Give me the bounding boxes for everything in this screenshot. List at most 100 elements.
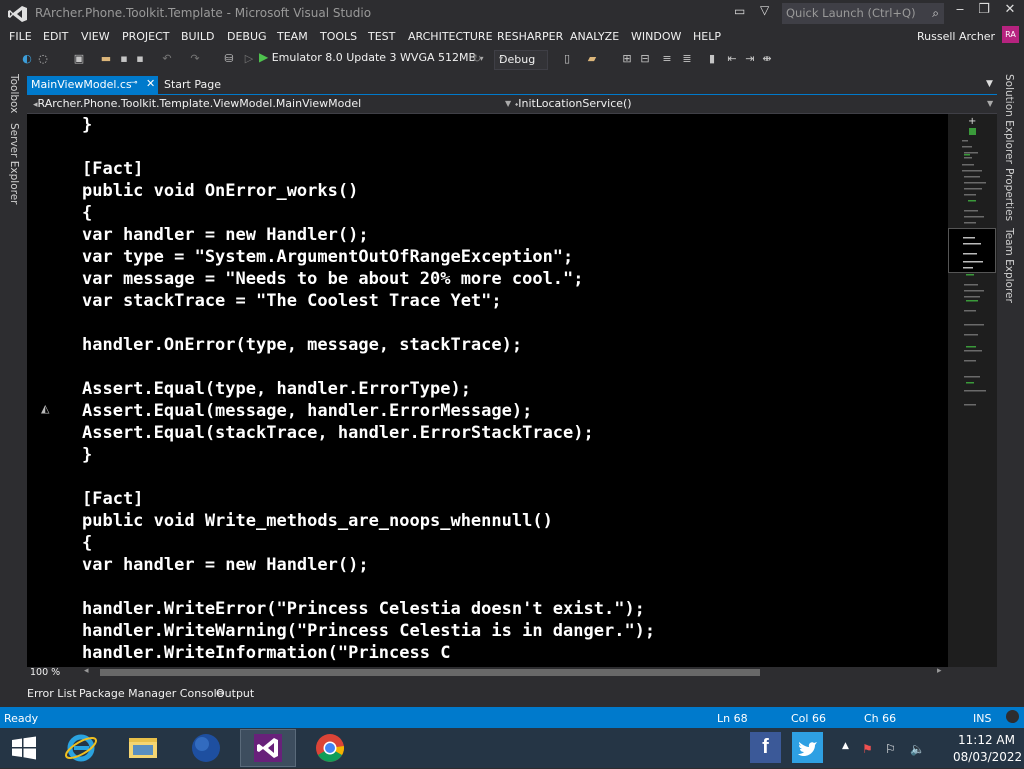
quick-launch-input[interactable]: Quick Launch (Ctrl+Q) ⌕ (782, 3, 944, 24)
menu-build[interactable]: BUILD (181, 30, 214, 43)
notification-icon[interactable]: ▭ (734, 4, 745, 18)
refresh-icon[interactable]: ↻ (470, 52, 484, 66)
visual-studio-taskbar-button[interactable] (240, 729, 296, 767)
tab-output[interactable]: Output (216, 687, 254, 700)
chevron-down-icon[interactable]: ▼ (505, 99, 511, 108)
minimap-viewport[interactable] (948, 228, 996, 273)
network-warning-icon[interactable]: ⚑ (862, 742, 873, 756)
redo-icon[interactable]: ↷ (188, 52, 202, 66)
find-in-files-icon[interactable]: ▰ (585, 52, 599, 66)
open-file-icon[interactable]: ▬ (99, 52, 113, 66)
visual-studio-logo-icon (8, 6, 27, 22)
server-explorer-tab[interactable]: Server Explorer (8, 123, 20, 205)
action-center-icon[interactable]: ⚐ (885, 742, 896, 756)
menu-project[interactable]: PROJECT (122, 30, 170, 43)
chevron-down-icon[interactable]: ▼ (986, 79, 993, 89)
warning-glyph-icon[interactable]: ◭ (41, 402, 49, 415)
chevron-down-icon[interactable]: ▼ (987, 99, 993, 108)
menu-window[interactable]: WINDOW (631, 30, 681, 43)
pin-icon[interactable]: ⊸ (130, 78, 138, 88)
filter-icon[interactable]: ▽ (760, 3, 769, 17)
menu-test[interactable]: TEST (368, 30, 395, 43)
code-line: [Fact] (82, 159, 144, 179)
scroll-left-icon[interactable]: ◂ (84, 666, 89, 676)
menu-team[interactable]: TEAM (277, 30, 308, 43)
avatar[interactable]: RA (1002, 26, 1019, 43)
menu-tools[interactable]: TOOLS (320, 30, 357, 43)
uncomment-icon[interactable]: ≣ (680, 52, 694, 66)
back-icon[interactable]: ◐ (20, 52, 34, 66)
internet-explorer-icon[interactable] (61, 731, 101, 765)
volume-icon[interactable]: 🔈 (910, 742, 925, 756)
close-icon[interactable]: ✕ (146, 77, 155, 90)
close-button[interactable]: ✕ (996, 2, 1024, 22)
configuration-dropdown[interactable]: Debug ▾ (494, 50, 548, 70)
code-editor[interactable]: } [Fact] public void OnError_works(){var h… (27, 114, 948, 667)
next-bookmark-icon[interactable]: ⇥ (743, 52, 757, 66)
clear-bookmarks-icon[interactable]: ⇼ (760, 52, 774, 66)
toolbox-tab[interactable]: Toolbox (8, 74, 20, 113)
bookmark-icon[interactable]: ▮ (705, 52, 719, 66)
horizontal-scrollbar-thumb[interactable] (100, 669, 760, 676)
chrome-icon[interactable] (310, 731, 350, 765)
save-icon[interactable]: ▪ (117, 52, 131, 66)
member-dropdown[interactable]: ⬩InitLocationService() (515, 97, 632, 110)
undo-icon[interactable]: ↶ (160, 52, 174, 66)
class-view-icon[interactable]: ⊟ (638, 52, 652, 66)
code-line: } (82, 445, 93, 465)
properties-tab[interactable]: Properties (1003, 168, 1015, 221)
menu-help[interactable]: HELP (693, 30, 721, 43)
type-dropdown[interactable]: ◂RArcher.Phone.Toolkit.Template.ViewMode… (33, 97, 361, 110)
menu-architecture[interactable]: ARCHITECTURE (408, 30, 493, 43)
new-project-icon[interactable]: ▣ (72, 52, 86, 66)
menu-view[interactable]: VIEW (81, 30, 110, 43)
status-text: Ready (4, 712, 39, 725)
restore-button[interactable]: ❐ (970, 2, 998, 22)
forward-icon[interactable]: ◌ (36, 52, 50, 66)
code-line: public void OnError_works() (82, 181, 359, 201)
prev-bookmark-icon[interactable]: ⇤ (725, 52, 739, 66)
menu-file[interactable]: FILE (9, 30, 32, 43)
comment-icon[interactable]: ≡ (660, 52, 674, 66)
facebook-icon[interactable]: f (750, 732, 781, 763)
minimap-scrollbar[interactable]: + (948, 114, 997, 667)
windows-start-icon[interactable] (4, 731, 44, 765)
twitter-icon[interactable] (792, 732, 823, 763)
solution-explorer-tab[interactable]: Solution Explorer (1003, 74, 1015, 164)
clock-date[interactable]: 08/03/2022 (953, 750, 1022, 764)
notification-badge-icon[interactable] (1006, 710, 1019, 723)
tab-mainviewmodel[interactable]: MainViewModel.cs ⊸ ✕ (27, 76, 158, 94)
tab-error-list[interactable]: Error List (27, 687, 77, 700)
code-line: var message = "Needs to be about 20% mor… (82, 269, 584, 289)
menu-resharper[interactable]: RESHARPER (497, 30, 563, 43)
menu-debug[interactable]: DEBUG (227, 30, 267, 43)
tab-start-page[interactable]: Start Page (164, 78, 221, 91)
zoom-level[interactable]: 100 % (30, 667, 60, 678)
run-button[interactable]: ▶ Emulator 8.0 Update 3 WVGA 512MB ▾ (259, 50, 484, 68)
save-all-icon[interactable]: ▪ (133, 52, 147, 66)
user-name[interactable]: Russell Archer (917, 30, 995, 43)
file-explorer-icon[interactable] (123, 731, 163, 765)
tab-package-manager-console[interactable]: Package Manager Console (79, 687, 223, 700)
team-explorer-tab[interactable]: Team Explorer (1003, 228, 1015, 303)
device-icon[interactable]: ▯ (560, 52, 574, 66)
svg-text:+: + (968, 116, 976, 127)
code-line: var type = "System.ArgumentOutOfRangeExc… (82, 247, 574, 267)
scroll-right-icon[interactable]: ▸ (937, 666, 942, 676)
start-without-debug-icon[interactable]: ▷ (242, 52, 256, 66)
code-line: { (82, 533, 93, 553)
code-line: handler.WriteError("Princess Celestia do… (82, 599, 645, 619)
clock-time[interactable]: 11:12 AM (958, 733, 1015, 747)
build-icon[interactable]: ⛁ (222, 52, 236, 66)
menu-edit[interactable]: EDIT (43, 30, 68, 43)
search-icon[interactable]: ⌕ (932, 6, 939, 21)
menu-bar: FILE EDIT VIEW PROJECT BUILD DEBUG TEAM … (0, 27, 1024, 46)
code-line: var stackTrace = "The Coolest Trace Yet"… (82, 291, 502, 311)
solution-explorer-icon[interactable]: ⊞ (620, 52, 634, 66)
globe-icon[interactable] (186, 731, 226, 765)
menu-analyze[interactable]: ANALYZE (570, 30, 619, 43)
code-line: var handler = new Handler(); (82, 225, 369, 245)
code-line: var handler = new Handler(); (82, 555, 369, 575)
line-number: Ln 68 (717, 712, 748, 725)
show-hidden-icons-icon[interactable]: ▲ (842, 741, 849, 751)
